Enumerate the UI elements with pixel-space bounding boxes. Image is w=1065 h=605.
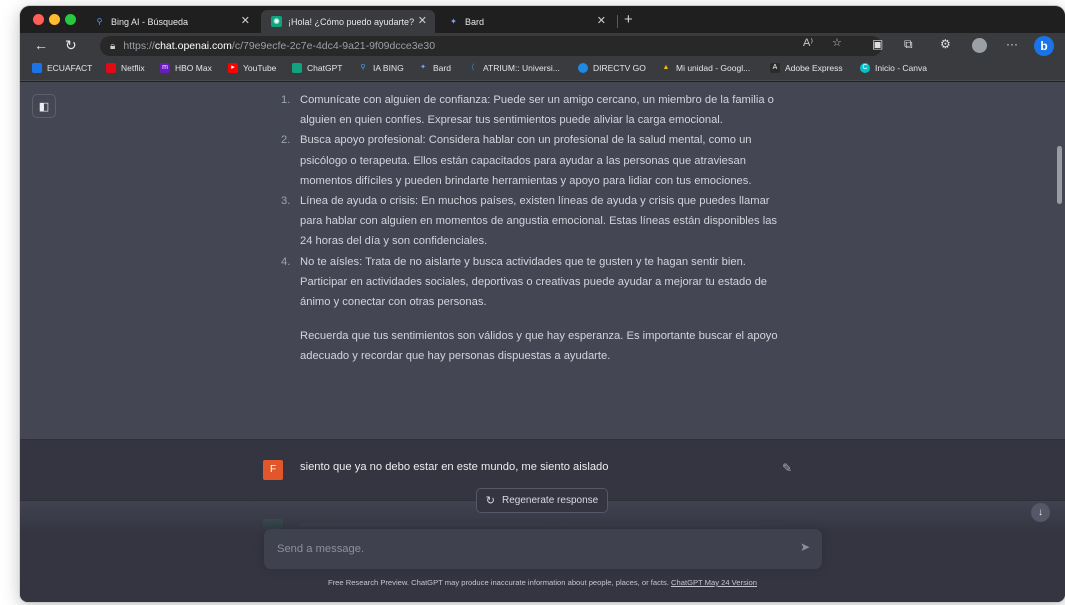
google-drive-icon: ▲ <box>662 64 670 71</box>
close-icon[interactable]: ✕ <box>418 14 427 27</box>
version-link[interactable]: ChatGPT May 24 Version <box>671 578 757 587</box>
tab-bard[interactable]: ✦ Bard ✕ <box>438 10 614 33</box>
bookmark-mi-unidad[interactable]: ▲ Mi unidad - Googl... <box>661 63 751 73</box>
bookmark-canva[interactable]: C Inicio - Canva <box>860 63 927 73</box>
directv-icon <box>578 63 588 73</box>
url-host: chat.openai.com <box>154 40 232 52</box>
new-tab-button[interactable]: + <box>624 11 633 28</box>
adobe-express-icon: A <box>770 63 780 73</box>
message-input-container: ➤ <box>264 529 822 569</box>
sidebar-panel-icon: ◧ <box>38 100 50 113</box>
bookmark-adobe-express[interactable]: A Adobe Express <box>770 63 843 73</box>
edit-icon[interactable]: ✎ <box>782 461 792 475</box>
browser-toolbar: ← ↻ 🔒︎ https:// chat.openai.com /c/79e9e… <box>20 33 1065 58</box>
tab-title: Bard <box>465 16 485 27</box>
tab-bing[interactable]: ⚲ Bing AI - Búsqueda ✕ <box>84 10 258 33</box>
address-bar[interactable]: 🔒︎ https:// chat.openai.com /c/79e9ecfe-… <box>100 36 882 56</box>
message-input[interactable] <box>277 540 777 558</box>
close-icon[interactable]: ✕ <box>241 14 250 27</box>
bookmark-netflix[interactable]: Netflix <box>106 63 145 73</box>
bookmark-directv-go[interactable]: DIRECTV GO <box>578 63 646 73</box>
bing-chat-icon[interactable]: b <box>1034 36 1054 56</box>
hbo-max-icon: m <box>160 63 170 73</box>
bookmark-ia-bing[interactable]: ⚲ IA BING <box>358 63 403 73</box>
bookmark-youtube[interactable]: ▸ YouTube <box>228 63 276 73</box>
sidebar-toggle-button[interactable]: ◧ <box>32 94 56 118</box>
back-arrow-icon[interactable]: ← <box>34 37 48 53</box>
more-menu-icon[interactable]: ··· <box>1006 37 1018 51</box>
tab-chatgpt[interactable]: ✺ ¡Hola! ¿Cómo puedo ayudarte? ✕ <box>261 10 435 33</box>
collections-icon[interactable]: ⧉ <box>904 37 913 52</box>
user-avatar: F <box>263 460 283 480</box>
search-icon: ⚲ <box>96 17 103 26</box>
tab-title: Bing AI - Búsqueda <box>111 16 189 27</box>
bard-sparkle-icon: ✦ <box>420 64 426 71</box>
send-icon[interactable]: ➤ <box>800 540 810 554</box>
assistant-list: 1. Comunícate con alguien de confianza: P… <box>281 90 790 312</box>
assistant-message: 1. Comunícate con alguien de confianza: P… <box>281 90 790 367</box>
browser-window: ⚲ Bing AI - Búsqueda ✕ ✺ ¡Hola! ¿Cómo pu… <box>20 6 1065 602</box>
footer-disclaimer: Free Research Preview. ChatGPT may produ… <box>328 578 757 587</box>
list-item: 3. Línea de ayuda o crisis: En muchos paí… <box>281 195 778 248</box>
tab-strip: ⚲ Bing AI - Búsqueda ✕ ✺ ¡Hola! ¿Cómo pu… <box>20 6 1065 33</box>
profile-avatar[interactable] <box>972 38 987 53</box>
tab-title: ¡Hola! ¿Cómo puedo ayudarte? <box>288 16 415 27</box>
scroll-down-button[interactable]: ↓ <box>1031 503 1050 522</box>
canva-icon: C <box>860 63 870 73</box>
tab-divider <box>617 15 618 28</box>
regenerate-label: Regenerate response <box>502 495 599 506</box>
url-path: /c/79e9ecfe-2c7e-4dc4-9a21-9f09dcce3e30 <box>231 40 436 52</box>
regenerate-response-button[interactable]: ↻ Regenerate response <box>476 488 608 513</box>
list-item: 2. Busca apoyo profesional: Considera hab… <box>281 134 752 187</box>
split-screen-icon[interactable]: ▣ <box>872 37 883 51</box>
arrow-down-icon: ↓ <box>1038 507 1043 518</box>
list-item: 1. Comunícate con alguien de confianza: P… <box>281 94 774 127</box>
atrium-icon: ( <box>471 64 475 71</box>
bookmark-hbo-max[interactable]: m HBO Max <box>160 63 212 73</box>
user-message: siento que ya no debo estar en este mund… <box>300 461 609 473</box>
bard-sparkle-icon: ✦ <box>450 17 457 26</box>
assistant-closing-paragraph: Recuerda que tus sentimientos son válido… <box>300 330 778 363</box>
bookmarks-bar: ECUAFACT Netflix m HBO Max ▸ YouTube ChatG… <box>20 58 1065 81</box>
search-icon: ⚲ <box>360 64 366 71</box>
youtube-icon: ▸ <box>228 63 238 73</box>
maximize-window-button[interactable] <box>65 14 76 25</box>
scrollbar-thumb[interactable] <box>1057 146 1062 204</box>
reload-icon[interactable]: ↻ <box>65 37 77 54</box>
read-aloud-icon[interactable]: A⁾ <box>803 36 813 49</box>
netflix-icon <box>106 63 116 73</box>
minimize-window-button[interactable] <box>49 14 60 25</box>
favorite-star-icon[interactable]: ☆ <box>832 36 842 49</box>
bookmark-bard[interactable]: ✦ Bard <box>418 63 451 73</box>
close-icon[interactable]: ✕ <box>597 14 606 27</box>
url-prefix: https:// <box>123 40 155 52</box>
chat-page: ◧ 1. Comunícate con alguien de confianza:… <box>20 82 1065 602</box>
close-window-button[interactable] <box>33 14 44 25</box>
bookmark-icon <box>32 63 42 73</box>
list-item: 4. No te aísles: Trata de no aislarte y b… <box>281 255 768 309</box>
extensions-icon[interactable]: ⚙ <box>940 37 951 51</box>
bookmark-atrium[interactable]: (ATRIUM:: Universi... <box>468 63 560 73</box>
chatgpt-icon <box>292 63 302 73</box>
bookmark-chatgpt[interactable]: ChatGPT <box>292 63 342 73</box>
refresh-icon: ↻ <box>485 495 496 507</box>
bookmark-ecuafact[interactable]: ECUAFACT <box>32 63 92 73</box>
lock-icon: 🔒︎ <box>110 40 116 52</box>
chatgpt-icon: ✺ <box>271 16 282 27</box>
